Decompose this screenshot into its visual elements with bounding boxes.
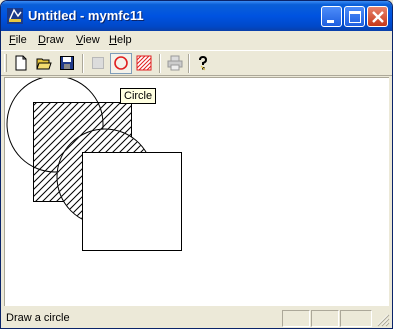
status-bar: Draw a circle bbox=[1, 308, 392, 328]
status-text: Draw a circle bbox=[6, 312, 70, 324]
new-button[interactable] bbox=[10, 53, 32, 74]
toolbar-separator bbox=[159, 54, 161, 73]
toolbar-grip[interactable] bbox=[4, 54, 7, 72]
help-icon bbox=[199, 55, 208, 71]
menu-help[interactable]: Help bbox=[109, 34, 132, 46]
circle-icon bbox=[114, 56, 128, 70]
app-icon[interactable] bbox=[6, 7, 24, 25]
close-icon bbox=[372, 11, 384, 23]
print-button[interactable] bbox=[164, 53, 186, 74]
toolbar bbox=[1, 50, 392, 76]
pattern-button[interactable] bbox=[133, 53, 155, 74]
circle-button[interactable] bbox=[110, 53, 132, 74]
maximize-icon bbox=[349, 11, 361, 23]
menu-bar: File Draw View Help bbox=[1, 31, 392, 50]
status-pane bbox=[340, 310, 372, 327]
print-icon bbox=[167, 55, 183, 71]
status-pane bbox=[311, 310, 339, 327]
help-button[interactable] bbox=[192, 53, 214, 74]
title-bar[interactable]: Untitled - mymfc11 bbox=[1, 1, 392, 31]
menu-file[interactable]: File bbox=[9, 34, 27, 46]
window-title: Untitled - mymfc11 bbox=[28, 8, 144, 23]
drawing-surface bbox=[6, 78, 182, 251]
size-grip-icon[interactable] bbox=[374, 311, 390, 327]
rectangle-icon bbox=[92, 57, 104, 69]
new-icon bbox=[15, 55, 27, 71]
rectangle-button[interactable] bbox=[87, 53, 109, 74]
menu-draw[interactable]: Draw bbox=[38, 34, 64, 46]
tooltip: Circle bbox=[120, 88, 157, 104]
minimize-button[interactable] bbox=[321, 6, 342, 27]
open-button[interactable] bbox=[33, 53, 55, 74]
toolbar-separator bbox=[188, 54, 190, 73]
toolbar-separator bbox=[82, 54, 84, 73]
pattern-icon bbox=[136, 55, 152, 71]
open-icon bbox=[36, 58, 52, 70]
save-icon bbox=[60, 56, 74, 70]
menu-view[interactable]: View bbox=[76, 34, 100, 46]
drawing-canvas[interactable] bbox=[4, 77, 389, 306]
minimize-icon bbox=[327, 20, 334, 23]
close-button[interactable] bbox=[367, 6, 388, 27]
drawn-white-rectangle bbox=[82, 152, 182, 251]
save-button[interactable] bbox=[56, 53, 78, 74]
status-pane bbox=[282, 310, 310, 327]
maximize-button[interactable] bbox=[344, 6, 365, 27]
app-window: Untitled - mymfc11 File Draw View Help C… bbox=[0, 0, 393, 329]
